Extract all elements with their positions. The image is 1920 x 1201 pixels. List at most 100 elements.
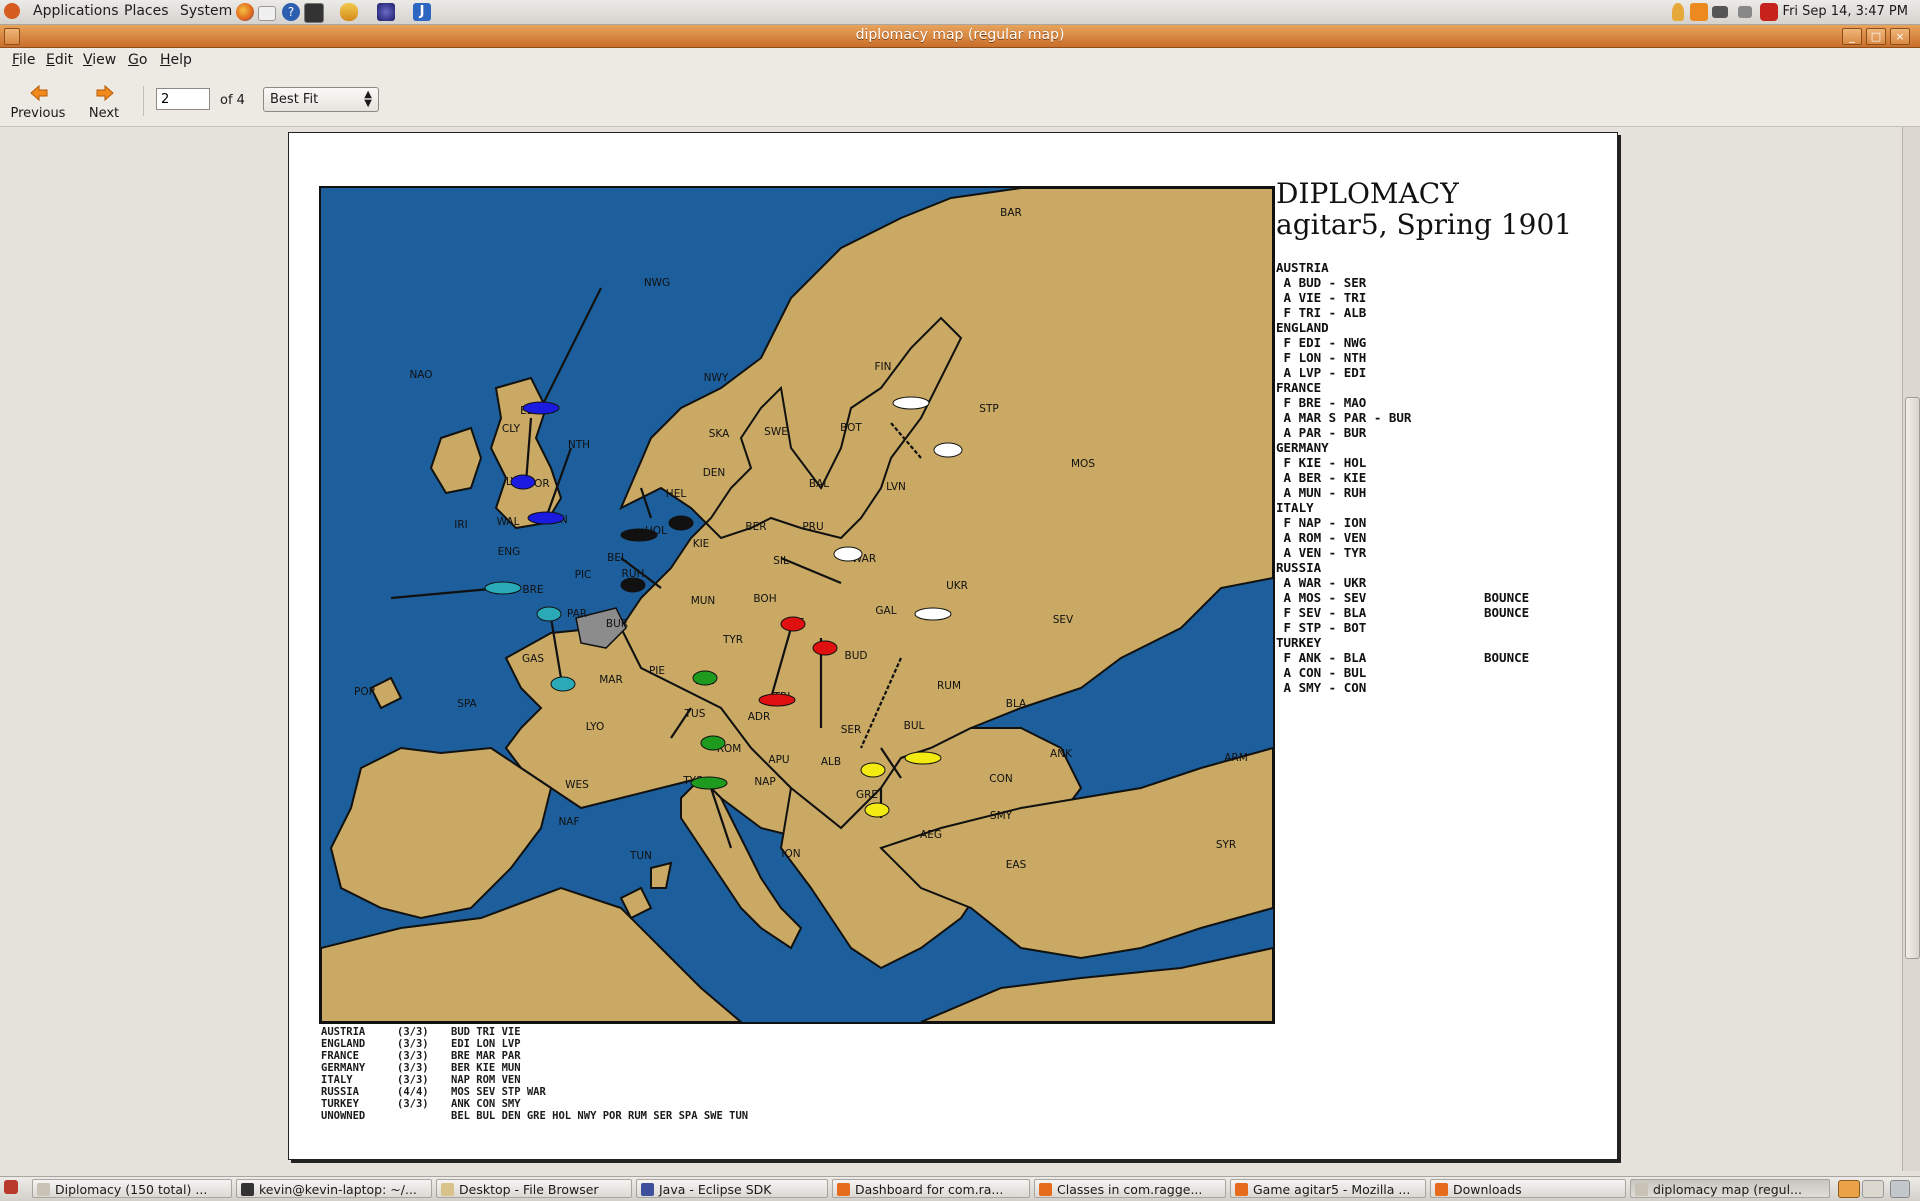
province-label-mos: MOS: [1071, 458, 1095, 470]
maximize-button[interactable]: □: [1866, 28, 1886, 45]
eclipse-launcher-icon[interactable]: [377, 3, 395, 21]
russia-fleet-stp: [892, 396, 930, 410]
province-label-bal: BAL: [809, 478, 829, 490]
order-result: BOUNCE: [1484, 650, 1530, 665]
workspace-2-icon[interactable]: [1862, 1180, 1884, 1198]
order-power-heading: ITALY: [1276, 500, 1411, 515]
order-line: A LVP - EDI: [1276, 365, 1411, 380]
minimize-button[interactable]: _: [1842, 28, 1862, 45]
order-line: A VEN - TYR: [1276, 545, 1411, 560]
menu-edit[interactable]: Edit: [46, 52, 73, 68]
network-icon[interactable]: [1712, 6, 1728, 18]
order-text: FRANCE: [1276, 380, 1322, 395]
order-text: F SEV - BLA: [1276, 605, 1367, 620]
taskbar-window-button[interactable]: Desktop - File Browser: [436, 1179, 632, 1198]
scrollbar-thumb[interactable]: [1905, 397, 1920, 959]
taskbar-window-button[interactable]: Dashboard for com.ra...: [832, 1179, 1030, 1198]
province-label-nwg: NWG: [644, 277, 670, 289]
france-fleet-bre: [484, 581, 522, 595]
taskbar-window-button[interactable]: Diplomacy (150 total) ...: [32, 1179, 232, 1198]
menu-view[interactable]: View: [83, 52, 116, 68]
clock[interactable]: Fri Sep 14, 3:47 PM: [1783, 4, 1908, 19]
java-launcher-icon[interactable]: J: [413, 3, 431, 21]
applications-menu[interactable]: Applications: [33, 3, 119, 19]
places-menu[interactable]: Places: [124, 3, 169, 19]
window-title-bar[interactable]: diplomacy map (regular map) _ □ ×: [0, 25, 1920, 48]
menu-file[interactable]: File: [12, 52, 35, 68]
menu-help[interactable]: Help: [160, 52, 192, 68]
page-total-label: of 4: [220, 93, 245, 108]
order-line: F ANK - BLA BOUNCE: [1276, 650, 1530, 665]
province-label-den: DEN: [703, 467, 726, 479]
supply-center-centers: BUD TRI VIE: [451, 1026, 521, 1038]
order-line: F STP - BOT: [1276, 620, 1411, 635]
mail-launcher-icon[interactable]: [258, 6, 276, 21]
next-label: Next: [88, 106, 120, 121]
order-line: A BER - KIE: [1276, 470, 1411, 485]
province-label-pic: PIC: [575, 569, 592, 581]
province-label-ukr: UKR: [946, 580, 968, 592]
order-power-heading: GERMANY: [1276, 440, 1411, 455]
order-text: GERMANY: [1276, 440, 1329, 455]
province-label-alb: ALB: [821, 756, 841, 768]
taskbar-window-label: kevin@kevin-laptop: ~/...: [259, 1182, 417, 1197]
turkey-army-smy: [864, 802, 890, 818]
terminal-launcher-icon[interactable]: [304, 3, 324, 23]
shutdown-icon[interactable]: [1760, 3, 1778, 21]
order-text: F ANK - BLA: [1276, 650, 1367, 665]
menu-bar: File Edit View Go Help: [0, 48, 1920, 72]
arrow-left-icon: [30, 84, 48, 102]
taskbar-window-button[interactable]: diplomacy map (regul...: [1630, 1179, 1830, 1198]
province-label-rum: RUM: [937, 680, 961, 692]
people-launcher-icon[interactable]: [340, 3, 358, 21]
taskbar-window-label: Downloads: [1453, 1182, 1522, 1197]
order-text: F KIE - HOL: [1276, 455, 1367, 470]
update-notifier-icon[interactable]: [1690, 3, 1708, 21]
province-label-sev: SEV: [1053, 614, 1074, 626]
taskbar-window-button[interactable]: Classes in com.ragge...: [1034, 1179, 1226, 1198]
province-label-bur: BUR: [606, 618, 628, 630]
close-button[interactable]: ×: [1890, 28, 1910, 45]
province-label-bla: BLA: [1006, 698, 1027, 710]
order-power-heading: AUSTRIA: [1276, 260, 1411, 275]
trash-icon[interactable]: [1890, 1180, 1910, 1198]
order-text: ITALY: [1276, 500, 1314, 515]
next-button[interactable]: Next: [75, 80, 133, 124]
austria-fleet-tri: [758, 693, 796, 707]
taskbar-window-label: Diplomacy (150 total) ...: [55, 1182, 208, 1197]
province-label-pru: PRU: [802, 521, 823, 533]
workspace-1-icon[interactable]: [1838, 1180, 1860, 1198]
firefox-launcher-icon[interactable]: [236, 3, 254, 21]
vertical-scrollbar[interactable]: [1902, 127, 1920, 1171]
province-label-fin: FIN: [875, 361, 892, 373]
province-label-nao: NAO: [409, 369, 432, 381]
order-power-heading: TURKEY: [1276, 635, 1411, 650]
ubuntu-logo-icon[interactable]: [4, 3, 20, 19]
province-label-cly: CLY: [502, 423, 521, 435]
system-menu[interactable]: System: [180, 3, 232, 19]
province-label-ser: SER: [841, 724, 862, 736]
taskbar-window-button[interactable]: Game agitar5 - Mozilla ...: [1230, 1179, 1426, 1198]
order-power-heading: FRANCE: [1276, 380, 1411, 395]
user-status-icon[interactable]: [1672, 3, 1684, 21]
page-number-input[interactable]: [156, 88, 210, 110]
previous-button[interactable]: Previous: [9, 80, 67, 124]
italy-fleet-nap: [690, 776, 728, 790]
show-desktop-icon[interactable]: [4, 1180, 18, 1194]
supply-center-power: FRANCE: [321, 1050, 359, 1062]
italy-army-rom: [700, 735, 726, 751]
supply-center-centers: EDI LON LVP: [451, 1038, 521, 1050]
volume-icon[interactable]: [1738, 6, 1752, 18]
taskbar-window-button[interactable]: kevin@kevin-laptop: ~/...: [236, 1179, 432, 1198]
zoom-select[interactable]: Best Fit ▲ ▼: [263, 87, 379, 112]
taskbar-window-button[interactable]: Downloads: [1430, 1179, 1626, 1198]
taskbar-window-button[interactable]: Java - Eclipse SDK: [636, 1179, 828, 1198]
window-app-icon: [837, 1183, 850, 1196]
england-army-lvp: [510, 474, 536, 490]
province-label-hel: HEL: [666, 488, 687, 500]
province-label-gal: GAL: [875, 605, 896, 617]
menu-go[interactable]: Go: [128, 52, 147, 68]
document-title-season: agitar5, Spring 1901: [1276, 208, 1573, 241]
help-launcher-icon[interactable]: ?: [282, 3, 300, 21]
order-line: A BUD - SER: [1276, 275, 1411, 290]
